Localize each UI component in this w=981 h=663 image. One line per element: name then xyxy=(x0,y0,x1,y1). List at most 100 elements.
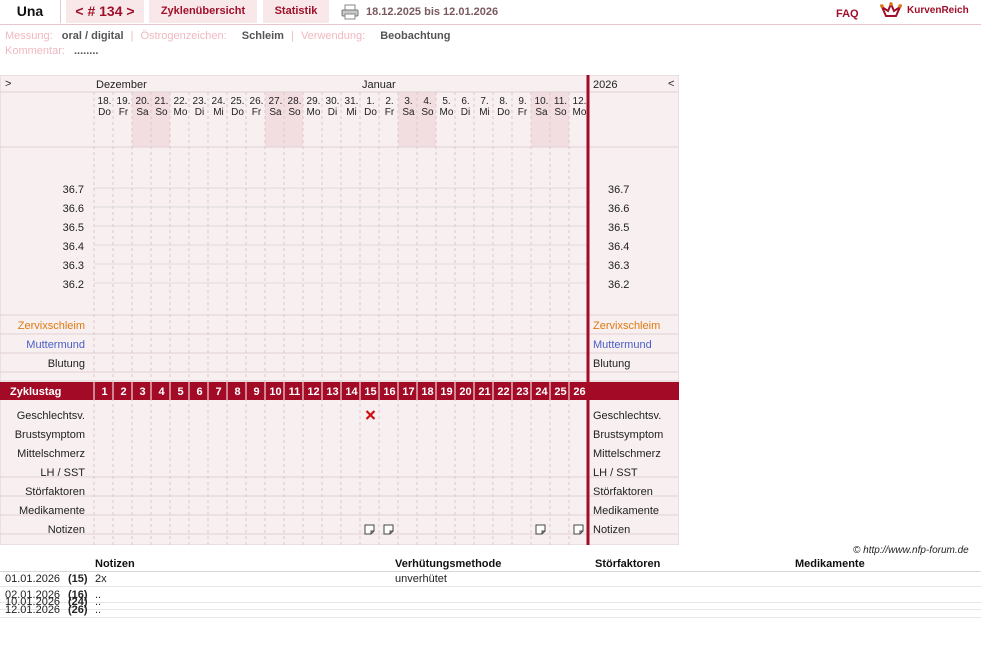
verwendung-value: Beobachtung xyxy=(380,30,451,42)
temp-label-left: 36.2 xyxy=(63,279,84,291)
printer-icon[interactable] xyxy=(341,4,359,20)
tab-statistik[interactable]: Statistik xyxy=(263,0,329,23)
bottom-row-label-left: Notizen xyxy=(48,524,85,536)
note-row-note: .. xyxy=(95,604,102,616)
bottom-row-label-left: Medikamente xyxy=(19,505,85,517)
note-icon[interactable] xyxy=(535,524,546,535)
day-date: 20. xyxy=(136,96,150,107)
note-icon[interactable] xyxy=(383,524,394,535)
day-weekday: Sa xyxy=(136,107,149,118)
cycle-day-number: 16 xyxy=(383,386,395,398)
kommentar-value: ........ xyxy=(73,45,99,57)
cycle-day-number: 8 xyxy=(234,386,240,398)
row-label-right-0: Zervixschleim xyxy=(593,320,660,332)
day-weekday: Sa xyxy=(402,107,415,118)
day-date: 22. xyxy=(174,96,188,107)
cycle-nav[interactable]: < # 134 > xyxy=(66,0,144,23)
day-weekday: Fr xyxy=(119,107,129,118)
bottom-row-label-left: Geschlechtsv. xyxy=(17,410,85,422)
col-header-notizen: Notizen xyxy=(95,558,135,570)
cycle-day-number: 4 xyxy=(158,386,165,398)
day-date: 31. xyxy=(345,96,359,107)
day-weekday: Fr xyxy=(252,107,262,118)
faq-link[interactable]: FAQ xyxy=(836,8,859,20)
cycle-day-number: 22 xyxy=(497,386,509,398)
chart-nav-left[interactable]: > xyxy=(5,78,11,90)
row-label-left-0: Zervixschleim xyxy=(18,320,85,332)
temp-label-left: 36.6 xyxy=(63,203,84,215)
note-row-divider xyxy=(0,617,981,618)
cycle-day-number: 6 xyxy=(196,386,202,398)
note-row-divider xyxy=(0,609,981,610)
cycle-day-number: 10 xyxy=(269,386,281,398)
cycle-day-number: 17 xyxy=(402,386,414,398)
day-weekday: Fr xyxy=(518,107,528,118)
chart-background xyxy=(0,74,680,546)
meta-line-2: Kommentar: ........ xyxy=(5,45,98,57)
day-date: 27. xyxy=(269,96,283,107)
note-row-divider xyxy=(0,602,981,603)
day-date: 28. xyxy=(288,96,302,107)
day-weekday: Mi xyxy=(213,107,224,118)
temp-label-right: 36.6 xyxy=(608,203,629,215)
note-row-note: 2x xyxy=(95,573,107,585)
cycle-day-number: 25 xyxy=(554,386,566,398)
note-row-method: unverhütet xyxy=(395,573,447,585)
crown-logo-icon xyxy=(879,1,903,20)
bottom-row-label-left: Brustsymptom xyxy=(15,429,85,441)
cycle-day-number: 21 xyxy=(478,386,490,398)
temp-label-right: 36.7 xyxy=(608,184,629,196)
day-date: 5. xyxy=(442,96,450,107)
day-date: 10. xyxy=(535,96,549,107)
meta-line-1: Messung: oral / digital | Östrogenzeiche… xyxy=(5,30,451,42)
cycle-day-number: 12 xyxy=(307,386,319,398)
day-date: 18. xyxy=(98,96,112,107)
cycle-chart-svg: 36.7 36.736.6 36.636.5 36.536.4 36.436.3 36.3… xyxy=(0,74,680,592)
col-header-medikamente: Medikamente xyxy=(795,558,865,570)
messung-label: Messung: xyxy=(5,30,53,42)
day-date: 21. xyxy=(155,96,169,107)
day-date: 11. xyxy=(554,96,567,107)
copyright[interactable]: © http://www.nfp-forum.de xyxy=(853,545,969,556)
day-weekday: Mo xyxy=(307,107,321,118)
table-divider xyxy=(0,571,981,572)
day-date: 26. xyxy=(250,96,264,107)
cycle-day-number: 7 xyxy=(215,386,221,398)
row-label-left-2: Blutung xyxy=(48,358,85,370)
day-date: 2. xyxy=(385,96,393,107)
month-label-2: Januar xyxy=(362,79,396,91)
day-date: 24. xyxy=(212,96,226,107)
cycle-day-number: 20 xyxy=(459,386,471,398)
bottom-row-label-right: Notizen xyxy=(593,524,630,536)
note-row-cycle-day: (26) xyxy=(68,604,88,616)
day-date: 9. xyxy=(518,96,526,107)
bottom-row-label-right: Brustsymptom xyxy=(593,429,663,441)
day-weekday: Sa xyxy=(535,107,548,118)
day-weekday: Di xyxy=(195,107,204,118)
logo-text[interactable]: KurvenReich xyxy=(907,5,969,16)
day-weekday: Sa xyxy=(269,107,282,118)
month-label-1: Dezember xyxy=(96,79,147,91)
day-date: 30. xyxy=(326,96,340,107)
note-icon[interactable] xyxy=(364,524,375,535)
temp-label-right: 36.3 xyxy=(608,260,629,272)
cycle-day-number: 26 xyxy=(573,386,585,398)
tab-zyklenuebersicht[interactable]: Zyklenübersicht xyxy=(149,0,257,23)
day-date: 4. xyxy=(423,96,431,107)
day-weekday: Mo xyxy=(440,107,454,118)
note-icon[interactable] xyxy=(573,524,584,535)
day-date: 3. xyxy=(404,96,412,107)
bottom-row-label-right: Mittelschmerz xyxy=(593,448,661,460)
note-row-divider xyxy=(0,586,981,587)
cycle-day-number: 1 xyxy=(101,386,107,398)
cycle-day-number: 5 xyxy=(177,386,183,398)
zyklustag-label: Zyklustag xyxy=(10,386,61,398)
bottom-row-label-right: Störfaktoren xyxy=(593,486,653,498)
bottom-row-label-right: Medikamente xyxy=(593,505,659,517)
oestrogen-value: Schleim xyxy=(241,30,284,42)
cycle-chart: 36.7 36.7 36.6 36.6 36.5 36.5 36.4 36.4 36.3 36.3… xyxy=(0,74,680,592)
day-date: 19. xyxy=(117,96,131,107)
cycle-owner-name: Una xyxy=(0,0,61,23)
day-weekday: Mi xyxy=(479,107,490,118)
chart-nav-right[interactable]: < xyxy=(668,78,674,90)
